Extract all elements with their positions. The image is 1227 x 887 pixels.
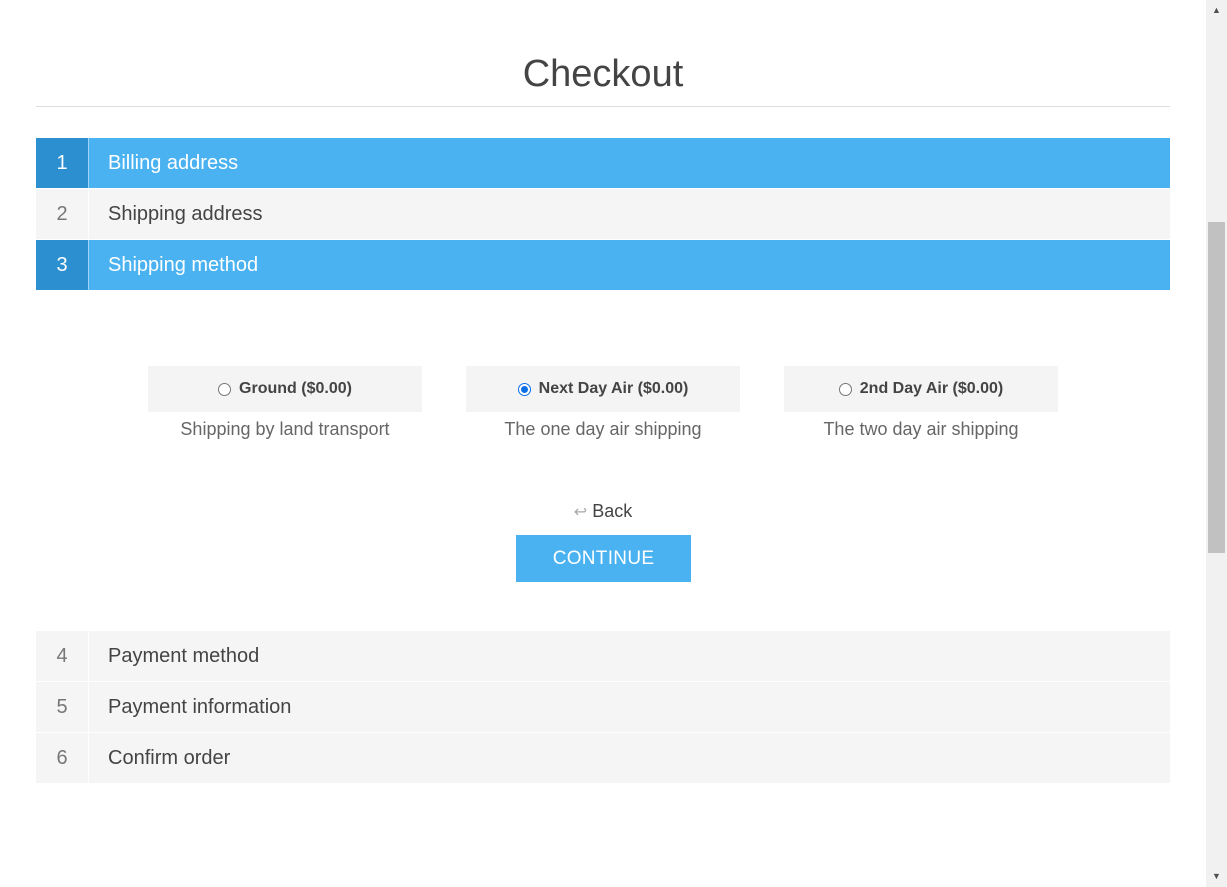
ground-radio[interactable]: [218, 382, 232, 396]
step-number: 3: [36, 240, 89, 290]
step-label: Confirm order: [108, 747, 231, 769]
shipping-option-label: 2nd Day Air ($0.00): [859, 380, 1004, 397]
2nd-day-air-radio[interactable]: [838, 382, 852, 396]
page-title-container: Checkout: [36, 0, 1170, 107]
shipping-option-ground-box[interactable]: Ground ($0.00): [148, 366, 422, 412]
step-label: Shipping address: [108, 203, 263, 225]
shipping-option-2nd-day-air: 2nd Day Air ($0.00) The two day air ship…: [784, 366, 1058, 440]
step-payment-information[interactable]: 5 Payment information: [36, 682, 1170, 732]
page-title: Checkout: [522, 53, 684, 95]
vertical-scrollbar[interactable]: ▲ ▼: [1206, 0, 1227, 887]
step-billing-address[interactable]: 1 Billing address: [36, 138, 1170, 188]
shipping-option-description: The two day air shipping: [823, 419, 1019, 439]
step-number: 1: [36, 138, 89, 188]
step-number: 4: [36, 631, 89, 681]
step-label: Shipping method: [108, 254, 259, 276]
step-label: Billing address: [108, 152, 239, 174]
shipping-option-label: Ground ($0.00): [239, 380, 352, 397]
shipping-option-next-day-air-box[interactable]: Next Day Air ($0.00): [466, 366, 740, 412]
continue-button[interactable]: CONTINUE: [516, 535, 691, 582]
back-label: Back: [592, 501, 633, 521]
step-number: 6: [36, 733, 89, 783]
back-link[interactable]: ↩ Back: [36, 501, 1170, 522]
step-confirm-order[interactable]: 6 Confirm order: [36, 733, 1170, 783]
step-label: Payment method: [108, 645, 260, 667]
shipping-option-description: The one day air shipping: [504, 419, 702, 439]
step-number: 2: [36, 189, 89, 239]
shipping-options: Ground ($0.00) Shipping by land transpor…: [148, 366, 1058, 440]
shipping-option-next-day-air: Next Day Air ($0.00) The one day air shi…: [466, 366, 740, 440]
back-arrow-icon: ↩: [573, 504, 588, 521]
shipping-method-panel: Ground ($0.00) Shipping by land transpor…: [36, 291, 1170, 631]
scroll-thumb[interactable]: [1208, 222, 1225, 553]
shipping-option-label: Next Day Air ($0.00): [538, 380, 689, 397]
shipping-option-2nd-day-air-box[interactable]: 2nd Day Air ($0.00): [784, 366, 1058, 412]
next-day-air-radio[interactable]: [517, 382, 531, 396]
checkout-steps: 1 Billing address 2 Shipping address 3 S…: [36, 138, 1170, 783]
scroll-down-arrow-icon[interactable]: ▼: [1206, 868, 1227, 885]
scroll-up-arrow-icon[interactable]: ▲: [1206, 2, 1227, 19]
step-payment-method[interactable]: 4 Payment method: [36, 631, 1170, 681]
step-shipping-address[interactable]: 2 Shipping address: [36, 189, 1170, 239]
step-number: 5: [36, 682, 89, 732]
shipping-option-description: Shipping by land transport: [180, 419, 390, 439]
step-label: Payment information: [108, 696, 292, 718]
step-shipping-method[interactable]: 3 Shipping method: [36, 240, 1170, 290]
checkout-page: Checkout 1 Billing address 2 Shipping ad…: [36, 0, 1170, 784]
shipping-option-ground: Ground ($0.00) Shipping by land transpor…: [148, 366, 422, 440]
